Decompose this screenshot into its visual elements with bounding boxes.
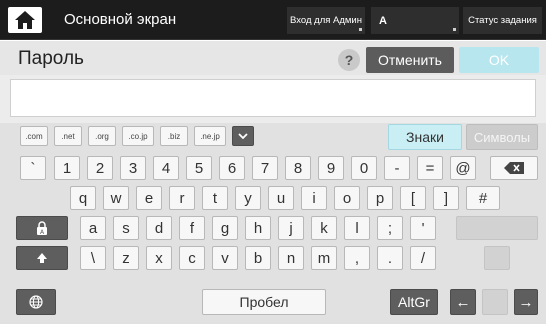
enter-button[interactable] xyxy=(456,216,538,240)
key-5[interactable]: 5 xyxy=(186,156,212,180)
user-indicator-button[interactable]: A xyxy=(371,7,460,34)
key-7[interactable]: 7 xyxy=(252,156,278,180)
key-y[interactable]: y xyxy=(235,186,261,210)
domain-key-nejp[interactable]: .ne.jp xyxy=(194,126,226,146)
key-2[interactable]: 2 xyxy=(87,156,113,180)
backspace-button[interactable] xyxy=(490,156,538,180)
chevron-down-icon xyxy=(238,132,248,139)
key-backtick[interactable]: ` xyxy=(20,156,46,180)
key-g[interactable]: g xyxy=(212,216,238,240)
onscreen-keyboard: .com .net .org .co.jp .biz .ne.jp Знаки … xyxy=(0,123,546,324)
key-0[interactable]: 0 xyxy=(351,156,377,180)
corner-marker-icon xyxy=(453,28,456,31)
cancel-button[interactable]: Отменить xyxy=(366,47,454,73)
backspace-icon xyxy=(504,162,524,174)
job-status-button[interactable]: Статус задания xyxy=(463,7,543,34)
key-z[interactable]: z xyxy=(113,246,139,270)
domain-key-com[interactable]: .com xyxy=(20,126,48,146)
simvoly-tab[interactable]: Символы xyxy=(466,124,538,150)
cursor-down-button[interactable] xyxy=(482,289,508,315)
key-l[interactable]: l xyxy=(344,216,370,240)
key-x[interactable]: x xyxy=(146,246,172,270)
key-c[interactable]: c xyxy=(179,246,205,270)
key-w[interactable]: w xyxy=(103,186,129,210)
key-r[interactable]: r xyxy=(169,186,195,210)
domain-key-cojp[interactable]: .co.jp xyxy=(122,126,154,146)
domain-key-org[interactable]: .org xyxy=(88,126,116,146)
key-period[interactable]: . xyxy=(377,246,403,270)
key-6[interactable]: 6 xyxy=(219,156,245,180)
key-a[interactable]: a xyxy=(80,216,106,240)
cursor-up-button[interactable] xyxy=(484,246,510,270)
ok-button[interactable]: OK xyxy=(459,47,539,73)
dialog-title: Пароль xyxy=(18,48,84,69)
key-m[interactable]: m xyxy=(311,246,337,270)
key-8[interactable]: 8 xyxy=(285,156,311,180)
job-status-label: Статус задания xyxy=(468,15,537,26)
key-s[interactable]: s xyxy=(113,216,139,240)
key-right-bracket[interactable]: ] xyxy=(433,186,459,210)
key-at[interactable]: @ xyxy=(450,156,476,180)
cursor-left-button[interactable]: ← xyxy=(450,289,476,315)
input-area xyxy=(0,75,546,123)
key-u[interactable]: u xyxy=(268,186,294,210)
key-equals[interactable]: = xyxy=(417,156,443,180)
key-i[interactable]: i xyxy=(301,186,327,210)
key-j[interactable]: j xyxy=(278,216,304,240)
key-n[interactable]: n xyxy=(278,246,304,270)
key-left-bracket[interactable]: [ xyxy=(400,186,426,210)
space-bar[interactable]: Пробел xyxy=(202,289,326,315)
altgr-button[interactable]: AltGr xyxy=(390,289,438,315)
znaki-tab[interactable]: Знаки xyxy=(388,124,462,150)
key-3[interactable]: 3 xyxy=(120,156,146,180)
caps-lock-button[interactable]: A xyxy=(16,216,68,240)
user-indicator-label: A xyxy=(379,14,387,27)
key-hash[interactable]: # xyxy=(466,186,500,210)
key-apostrophe[interactable]: ' xyxy=(410,216,436,240)
top-bar: Основной экран Вход для Админ A Статус з… xyxy=(0,0,546,40)
key-semicolon[interactable]: ; xyxy=(377,216,403,240)
password-input[interactable] xyxy=(10,79,536,117)
shift-arrow-icon xyxy=(37,253,47,263)
key-1[interactable]: 1 xyxy=(54,156,80,180)
key-d[interactable]: d xyxy=(146,216,172,240)
key-e[interactable]: e xyxy=(136,186,162,210)
key-v[interactable]: v xyxy=(212,246,238,270)
shift-button[interactable] xyxy=(16,246,68,270)
cursor-right-button[interactable]: → xyxy=(514,289,538,315)
help-button[interactable]: ? xyxy=(338,49,360,71)
key-slash[interactable]: / xyxy=(410,246,436,270)
key-minus[interactable]: - xyxy=(384,156,410,180)
key-4[interactable]: 4 xyxy=(153,156,179,180)
key-9[interactable]: 9 xyxy=(318,156,344,180)
key-p[interactable]: p xyxy=(367,186,393,210)
key-q[interactable]: q xyxy=(70,186,96,210)
key-comma[interactable]: , xyxy=(344,246,370,270)
key-t[interactable]: t xyxy=(202,186,228,210)
screen-title: Основной экран xyxy=(64,11,177,28)
corner-marker-icon xyxy=(359,28,362,31)
domain-more-button[interactable] xyxy=(232,126,254,146)
dialog-header: Пароль ? Отменить OK xyxy=(0,41,546,75)
key-backslash[interactable]: \ xyxy=(80,246,106,270)
domain-key-net[interactable]: .net xyxy=(54,126,82,146)
key-o[interactable]: o xyxy=(334,186,360,210)
admin-login-button[interactable]: Вход для Админ xyxy=(287,7,366,34)
key-f[interactable]: f xyxy=(179,216,205,240)
key-b[interactable]: b xyxy=(245,246,271,270)
key-k[interactable]: k xyxy=(311,216,337,240)
home-button[interactable] xyxy=(8,7,42,33)
admin-login-label: Вход для Админ xyxy=(290,15,362,26)
language-button[interactable] xyxy=(16,289,56,315)
lock-icon: A xyxy=(37,221,47,235)
home-icon xyxy=(15,11,35,29)
domain-key-biz[interactable]: .biz xyxy=(160,126,188,146)
key-h[interactable]: h xyxy=(245,216,271,240)
globe-icon xyxy=(29,295,43,309)
